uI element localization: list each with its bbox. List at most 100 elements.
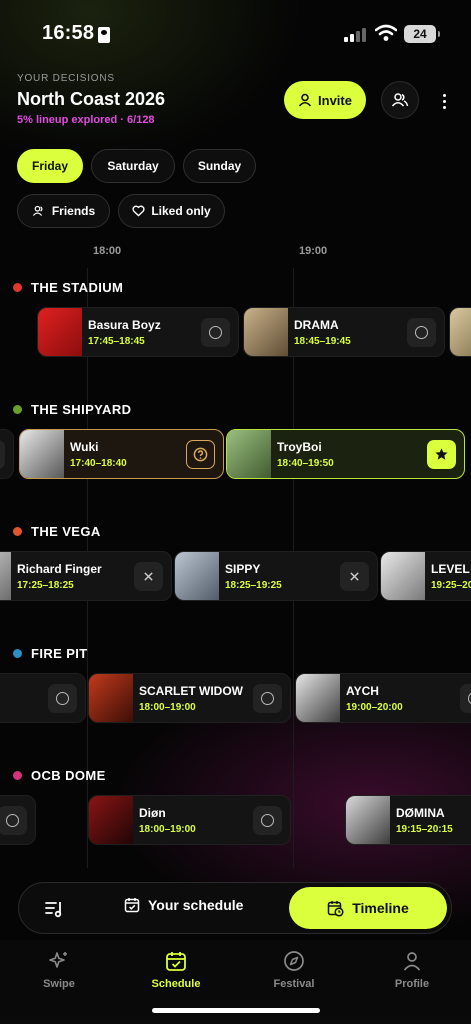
circle-icon bbox=[56, 692, 69, 705]
day-tab-friday[interactable]: Friday bbox=[17, 149, 83, 183]
select-toggle[interactable] bbox=[253, 684, 282, 713]
artist-name: Richard Finger bbox=[17, 562, 102, 576]
dismiss-toggle[interactable] bbox=[340, 562, 369, 591]
favorite-toggle[interactable] bbox=[427, 440, 456, 469]
artist-name: Basura Boyz bbox=[88, 318, 161, 332]
more-options-icon[interactable] bbox=[436, 86, 452, 116]
select-toggle[interactable] bbox=[407, 318, 436, 347]
dismiss-toggle[interactable] bbox=[134, 562, 163, 591]
artist-name: SCARLET WIDOW bbox=[139, 684, 243, 698]
artist-photo bbox=[0, 552, 11, 600]
set-time: 17:25–18:25 bbox=[17, 580, 74, 591]
page-title: North Coast 2026 bbox=[17, 89, 166, 109]
set-card-wuki[interactable]: Wuki 17:40–18:40 bbox=[19, 429, 224, 479]
signal-icon bbox=[344, 27, 368, 42]
your-schedule-button[interactable]: Your schedule bbox=[124, 897, 243, 913]
artist-name: LEVEL U bbox=[431, 562, 471, 576]
set-card-domina[interactable]: DØMINA 19:15–20:15 bbox=[345, 795, 471, 845]
set-card-partial[interactable] bbox=[449, 307, 471, 357]
stage-dot bbox=[13, 771, 22, 780]
set-card-richard-finger[interactable]: Richard Finger 17:25–18:25 bbox=[0, 551, 172, 601]
stage-header: THE VEGA bbox=[13, 524, 101, 539]
set-card-partial[interactable] bbox=[0, 673, 86, 723]
set-time: 17:40–18:40 bbox=[70, 458, 127, 469]
set-card-troyboi[interactable]: TroyBoi 18:40–19:50 bbox=[226, 429, 465, 479]
set-time: 17:45–18:45 bbox=[88, 336, 145, 347]
stage-dot bbox=[13, 405, 22, 414]
stage-dot bbox=[13, 527, 22, 536]
set-time: 19:25–20: bbox=[431, 580, 471, 591]
artist-name: TroyBoi bbox=[277, 440, 322, 454]
invite-button[interactable]: Invite bbox=[284, 81, 366, 119]
group-button[interactable] bbox=[381, 81, 419, 119]
friends-label: Friends bbox=[51, 204, 96, 218]
set-card-aych[interactable]: AYCH 19:00–20:00 bbox=[295, 673, 471, 723]
artist-photo bbox=[346, 796, 390, 844]
stage-header: FIRE PIT bbox=[13, 646, 88, 661]
select-toggle[interactable] bbox=[0, 806, 27, 835]
tab-festival[interactable]: Festival bbox=[249, 950, 339, 990]
home-indicator bbox=[152, 1008, 320, 1013]
view-switcher: Your schedule Timeline bbox=[18, 882, 452, 934]
liked-label: Liked only bbox=[151, 204, 211, 218]
set-card-partial[interactable] bbox=[0, 429, 14, 479]
set-card-partial[interactable] bbox=[0, 795, 36, 845]
day-tab-sunday[interactable]: Sunday bbox=[183, 149, 256, 183]
artist-photo bbox=[296, 674, 340, 722]
day-label: Sunday bbox=[197, 159, 242, 173]
circle-icon bbox=[209, 326, 222, 339]
circle-icon bbox=[261, 814, 274, 827]
tab-label: Profile bbox=[394, 978, 430, 990]
select-toggle[interactable] bbox=[460, 684, 471, 713]
liked-only-filter-button[interactable]: Liked only bbox=[118, 194, 225, 228]
select-toggle[interactable] bbox=[253, 806, 282, 835]
day-label: Saturday bbox=[107, 159, 159, 173]
contact-card-icon bbox=[98, 27, 110, 43]
artist-name: AYCH bbox=[346, 684, 379, 698]
artist-name: Wuki bbox=[70, 440, 99, 454]
tab-swipe[interactable]: Swipe bbox=[14, 950, 104, 990]
status-time: 16:58 bbox=[42, 22, 95, 44]
tab-profile[interactable]: Profile bbox=[367, 950, 457, 990]
stage-name: FIRE PIT bbox=[31, 646, 88, 661]
set-card-sippy[interactable]: SIPPY 18:25–19:25 bbox=[174, 551, 378, 601]
calendar-clock-icon bbox=[327, 900, 344, 917]
set-card-level-up[interactable]: LEVEL U 19:25–20: bbox=[380, 551, 471, 601]
tab-label: Schedule bbox=[151, 978, 201, 990]
close-icon bbox=[350, 572, 359, 581]
select-toggle[interactable] bbox=[48, 684, 77, 713]
invite-label: Invite bbox=[318, 92, 352, 108]
stage-header: OCB DOME bbox=[13, 768, 106, 783]
set-card-drama[interactable]: DRAMA 18:45–19:45 bbox=[243, 307, 445, 357]
user-icon bbox=[298, 93, 312, 107]
friends-filter-button[interactable]: Friends bbox=[17, 194, 110, 228]
heart-icon bbox=[132, 205, 145, 217]
circle-icon bbox=[6, 814, 19, 827]
playlist-icon[interactable] bbox=[43, 898, 65, 920]
stage-header: THE STADIUM bbox=[13, 280, 123, 295]
maybe-toggle[interactable] bbox=[186, 440, 215, 469]
stage-name: THE SHIPYARD bbox=[31, 402, 132, 417]
stage-dot bbox=[13, 283, 22, 292]
stage-header: THE SHIPYARD bbox=[13, 402, 131, 417]
stage-name: OCB DOME bbox=[31, 768, 106, 783]
set-card-dion[interactable]: Diøn 18:00–19:00 bbox=[88, 795, 291, 845]
tab-label: Swipe bbox=[43, 978, 75, 990]
day-tab-saturday[interactable]: Saturday bbox=[91, 149, 175, 183]
tab-schedule[interactable]: Schedule bbox=[131, 950, 221, 990]
timeline-button[interactable]: Timeline bbox=[289, 887, 447, 929]
select-toggle[interactable] bbox=[0, 440, 5, 469]
stage-name: THE VEGA bbox=[31, 524, 101, 539]
select-toggle[interactable] bbox=[201, 318, 230, 347]
app-screen: 16:58 24 YOUR DECISIONS North Coast 2026… bbox=[0, 0, 471, 1024]
set-card-basura-boyz[interactable]: Basura Boyz 17:45–18:45 bbox=[37, 307, 239, 357]
circle-icon bbox=[261, 692, 274, 705]
artist-photo bbox=[175, 552, 219, 600]
artist-photo bbox=[381, 552, 425, 600]
set-time: 18:00–19:00 bbox=[139, 702, 196, 713]
set-card-scarlet-widow[interactable]: SCARLET WIDOW 18:00–19:00 bbox=[88, 673, 291, 723]
progress-subtitle: 5% lineup explored · 6/128 bbox=[17, 114, 155, 126]
timeline-label: Timeline bbox=[352, 900, 409, 916]
artist-photo bbox=[38, 308, 82, 356]
set-time: 18:00–19:00 bbox=[139, 824, 196, 835]
